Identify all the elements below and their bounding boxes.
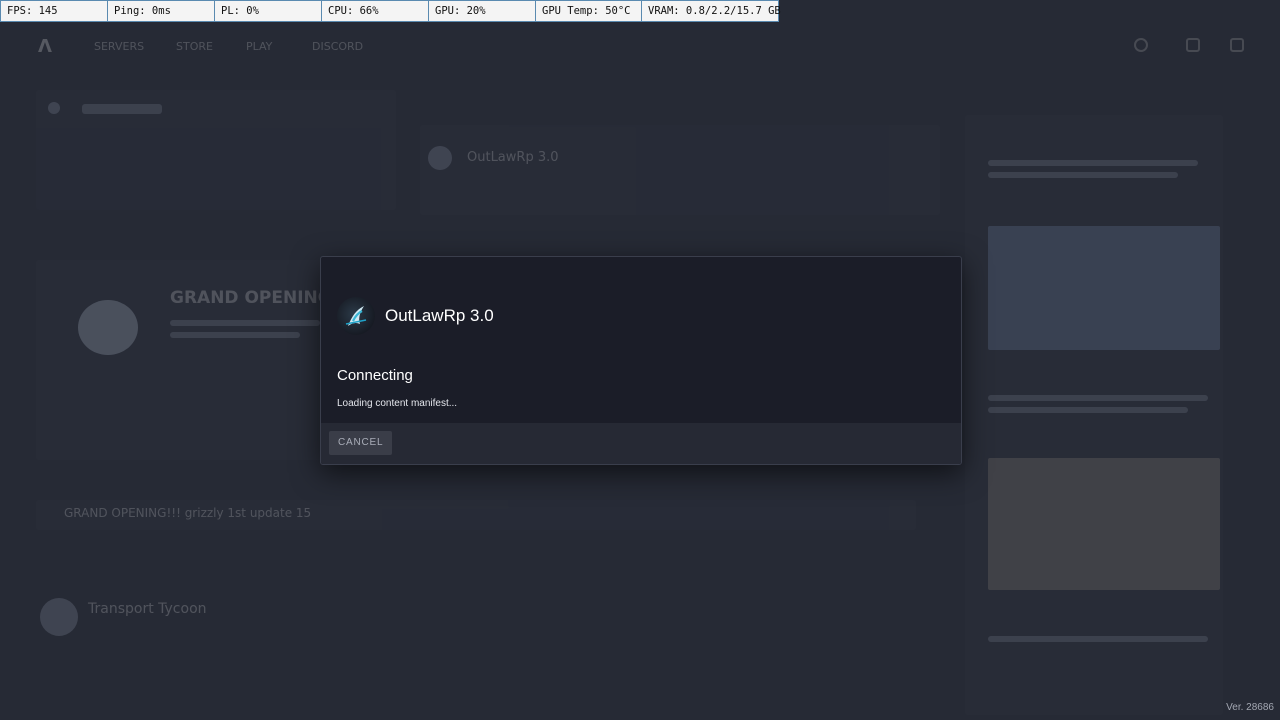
recent-server-icon xyxy=(40,598,78,636)
placeholder-bar xyxy=(988,636,1208,642)
news-feed-panel xyxy=(965,115,1223,715)
news-image xyxy=(988,458,1220,590)
ping-readout: Ping: 0ms xyxy=(108,1,215,21)
status-detail: Loading content manifest... xyxy=(337,398,458,409)
news-text: GRAND OPENING!!! grizzly 1st update 15 xyxy=(64,506,312,520)
placeholder-bar xyxy=(988,395,1208,401)
version-label: Ver. 28686 xyxy=(1226,702,1274,713)
news-image xyxy=(988,226,1220,350)
recent-server-title: Transport Tycoon xyxy=(88,601,207,617)
status-title: Connecting xyxy=(337,367,413,384)
cancel-button[interactable]: CANCEL xyxy=(329,431,393,455)
placeholder-bar xyxy=(988,160,1198,166)
promo-title: GRAND OPENING xyxy=(170,288,332,308)
avatar-icon[interactable] xyxy=(1134,38,1148,52)
cpu-readout: CPU: 66% xyxy=(322,1,429,21)
server-title-bg: OutLawRp 3.0 xyxy=(467,150,559,165)
promo-logo-icon xyxy=(78,300,138,355)
server-logo-icon xyxy=(337,297,375,335)
placeholder-bar xyxy=(170,320,320,326)
top-nav: Λ SERVERS STORE PLAY DISCORD xyxy=(0,30,1280,60)
nav-link-servers[interactable]: SERVERS xyxy=(94,40,144,53)
dialog-header: OutLawRp 3.0 xyxy=(337,297,494,335)
vram-readout: VRAM: 0.8/2.2/15.7 GB xyxy=(648,5,781,17)
gpu-temp-readout: GPU Temp: 50°C xyxy=(536,1,642,21)
server-icon xyxy=(428,146,452,170)
nav-link-store[interactable]: STORE xyxy=(176,40,213,53)
gpu-readout: GPU: 20% xyxy=(429,1,536,21)
fps-readout: FPS: 145 xyxy=(1,1,108,21)
placeholder-bar xyxy=(82,104,162,114)
placeholder-bar xyxy=(170,332,300,338)
performance-overlay: FPS: 145 Ping: 0ms PL: 0% CPU: 66% GPU: … xyxy=(0,0,781,22)
server-name: OutLawRp 3.0 xyxy=(385,306,494,325)
placeholder-bar xyxy=(988,407,1188,413)
play-icon xyxy=(48,102,60,114)
dialog-footer: CANCEL xyxy=(321,423,961,464)
exit-icon[interactable] xyxy=(1230,38,1244,52)
packet-loss-readout: PL: 0% xyxy=(215,1,322,21)
settings-icon[interactable] xyxy=(1186,38,1200,52)
placeholder-bar xyxy=(988,172,1178,178)
server-detail-panel xyxy=(420,125,940,215)
connecting-dialog: OutLawRp 3.0 Connecting Loading content … xyxy=(320,256,962,465)
nav-link-discord[interactable]: DISCORD xyxy=(312,40,363,53)
app-logo-icon: Λ xyxy=(38,36,52,57)
nav-link-play[interactable]: PLAY xyxy=(246,40,272,53)
